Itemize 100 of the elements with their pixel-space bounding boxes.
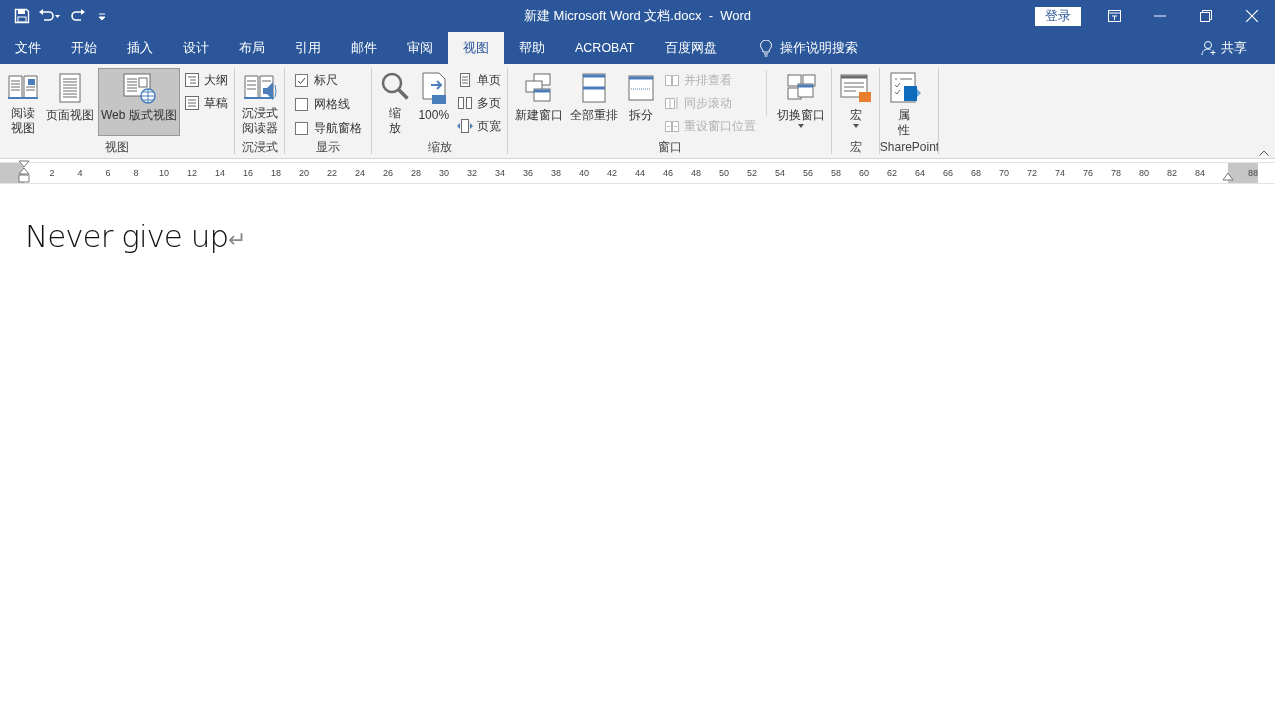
ruler-number: 54 (774, 168, 786, 178)
checkmark-icon (296, 76, 306, 85)
checkbox[interactable] (294, 74, 308, 87)
ribbon-button[interactable]: 阅读 视图 (4, 68, 42, 136)
ruler-number: 12 (186, 168, 198, 178)
ribbon-button[interactable]: 拆分 (621, 68, 660, 136)
checkbox-label: 标尺 (313, 72, 338, 89)
ruler-number: 62 (886, 168, 898, 178)
ribbon-small-button[interactable]: 单页 (453, 69, 504, 91)
ribbon-tab[interactable]: 视图 (448, 32, 504, 64)
group-label: 视图 (104, 140, 131, 156)
ruler-number: 80 (1138, 168, 1150, 178)
ruler-number: 42 (606, 168, 618, 178)
ribbon-button[interactable]: 属 性 (883, 68, 924, 136)
ribbon-small-button[interactable]: 页宽 (453, 115, 504, 137)
lightbulb-icon (759, 39, 772, 57)
ruler-number: 32 (466, 168, 478, 178)
ruler-number: 8 (132, 168, 140, 178)
ribbon-button[interactable]: Web 版式视图 (98, 68, 180, 136)
person-add-icon (1201, 40, 1217, 56)
save-icon[interactable] (14, 8, 30, 24)
ruler-number: 6 (104, 168, 112, 178)
ribbon-tab[interactable]: 文件 (0, 32, 56, 64)
window-title: 新建 Microsoft Word 文档.docx - Word (523, 7, 752, 25)
side-by-side-icon (663, 72, 680, 88)
ruler-number: 52 (746, 168, 758, 178)
ruler-number: 56 (802, 168, 814, 178)
ruler-number: 66 (942, 168, 954, 178)
ribbon-button[interactable]: 缩 放 (375, 68, 414, 136)
group-label: 缩放 (426, 140, 453, 156)
ruler-number: 40 (578, 168, 590, 178)
ribbon-small-button[interactable]: 大纲 (180, 69, 231, 91)
group-label: 显示 (315, 140, 342, 156)
indent-marker-icon[interactable] (18, 160, 30, 186)
ruler-number: 68 (970, 168, 982, 178)
multi-page-icon (456, 95, 473, 111)
ruler-number: 18 (270, 168, 282, 178)
ribbon-small-button[interactable]: 草稿 (180, 92, 231, 114)
checkbox-label: 导航窗格 (313, 120, 362, 137)
ruler-number: 34 (494, 168, 506, 178)
draft-icon (183, 95, 200, 111)
ruler-number: 36 (522, 168, 534, 178)
ruler-number: 88 (1228, 163, 1258, 183)
ribbon-tab[interactable]: ACROBAT (560, 32, 650, 64)
ruler-number: 84 (1194, 168, 1206, 178)
reset-position-icon (663, 118, 680, 134)
ruler-number: 26 (382, 168, 394, 178)
ruler-number: 30 (438, 168, 450, 178)
ruler-number: 70 (998, 168, 1010, 178)
ribbon-tab[interactable]: 插入 (112, 32, 168, 64)
ruler-number: 4 (76, 168, 84, 178)
ribbon-button[interactable]: 宏 (835, 68, 876, 136)
checkbox[interactable] (294, 122, 308, 135)
sync-scroll-icon (663, 95, 680, 111)
ruler-number: 22 (326, 168, 338, 178)
tell-me-search[interactable]: 操作说明搜索 (753, 32, 864, 64)
web-page-icon (121, 72, 156, 104)
ruler-number: 38 (550, 168, 562, 178)
ribbon-tab[interactable]: 审阅 (392, 32, 448, 64)
ruler-number: 14 (214, 168, 226, 178)
ruler-number: 50 (718, 168, 730, 178)
ruler-number: 64 (914, 168, 926, 178)
ruler-number: 72 (1026, 168, 1038, 178)
ruler-number: 74 (1054, 168, 1066, 178)
ruler-number: 48 (690, 168, 702, 178)
ribbon-tab[interactable]: 引用 (280, 32, 336, 64)
checkbox-label: 网格线 (313, 96, 350, 113)
ribbon-tab[interactable]: 邮件 (336, 32, 392, 64)
ribbon-tab[interactable]: 设计 (168, 32, 224, 64)
ribbon-tab[interactable]: 帮助 (504, 32, 560, 64)
redo-icon[interactable] (70, 8, 86, 24)
ribbon-button[interactable]: 100% (414, 68, 453, 136)
checkbox[interactable] (294, 98, 308, 111)
ribbon-button[interactable]: 页面视图 (43, 68, 97, 136)
ribbon-button[interactable]: 新建窗口 (511, 68, 566, 136)
ruler-number: 76 (1082, 168, 1094, 178)
ribbon-button[interactable]: 沉浸式 阅读器 (238, 68, 281, 136)
ruler-number: 2 (48, 168, 56, 178)
group-label: SharePoint (879, 140, 940, 156)
ribbon-small-button[interactable]: 多页 (453, 92, 504, 114)
ruler-number: 46 (662, 168, 674, 178)
ruler-number: 60 (858, 168, 870, 178)
ruler-number: 24 (354, 168, 366, 178)
collapse-ribbon-icon[interactable] (1259, 150, 1269, 156)
group-label: 沉浸式 (240, 140, 279, 156)
ribbon-tab[interactable]: 开始 (56, 32, 112, 64)
undo-icon[interactable] (38, 8, 62, 24)
ribbon-button[interactable]: 全部重排 (566, 68, 621, 136)
outline-icon (183, 72, 200, 88)
document-text: Never give up (25, 218, 229, 254)
ribbon-tab[interactable]: 百度网盘 (649, 32, 732, 64)
right-indent-marker-icon[interactable] (1222, 172, 1234, 181)
share-button[interactable]: 共享 (1195, 32, 1253, 64)
ribbon-tab[interactable]: 布局 (224, 32, 280, 64)
ruler-number: 44 (634, 168, 646, 178)
macro-icon (838, 72, 873, 104)
ribbon-button[interactable]: 切换窗口 (773, 68, 828, 136)
ruler-number: 78 (1110, 168, 1122, 178)
page-width-icon (456, 118, 473, 134)
login-button[interactable]: 登录 (1035, 6, 1081, 26)
